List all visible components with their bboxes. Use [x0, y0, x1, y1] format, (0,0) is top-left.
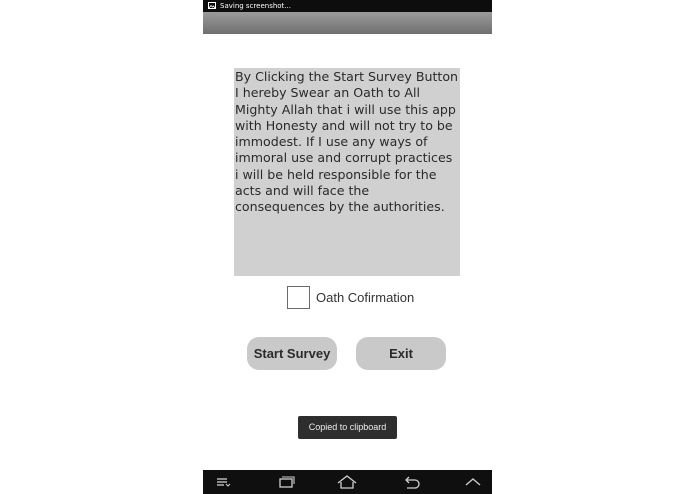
status-bar: Saving screenshot...: [203, 0, 492, 12]
main-content: By Clicking the Start Survey Button I he…: [203, 34, 492, 470]
oath-confirmation-checkbox[interactable]: [287, 286, 310, 309]
home-icon[interactable]: [335, 472, 365, 492]
back-icon[interactable]: [399, 472, 429, 492]
exit-button[interactable]: Exit: [356, 337, 446, 370]
menu-icon[interactable]: [213, 472, 243, 492]
image-icon: [208, 2, 216, 9]
up-chevron-icon[interactable]: [461, 472, 491, 492]
action-bar: [203, 12, 492, 34]
recent-apps-icon[interactable]: [275, 472, 305, 492]
oath-confirmation-label[interactable]: Oath Cofirmation: [316, 290, 414, 305]
status-text: Saving screenshot...: [220, 2, 291, 10]
start-survey-button[interactable]: Start Survey: [247, 337, 337, 370]
navigation-bar: [203, 470, 492, 494]
toast-message: Copied to clipboard: [298, 416, 397, 439]
device-screen: Saving screenshot... By Clicking the Sta…: [203, 0, 492, 494]
oath-text: By Clicking the Start Survey Button I he…: [234, 68, 460, 276]
